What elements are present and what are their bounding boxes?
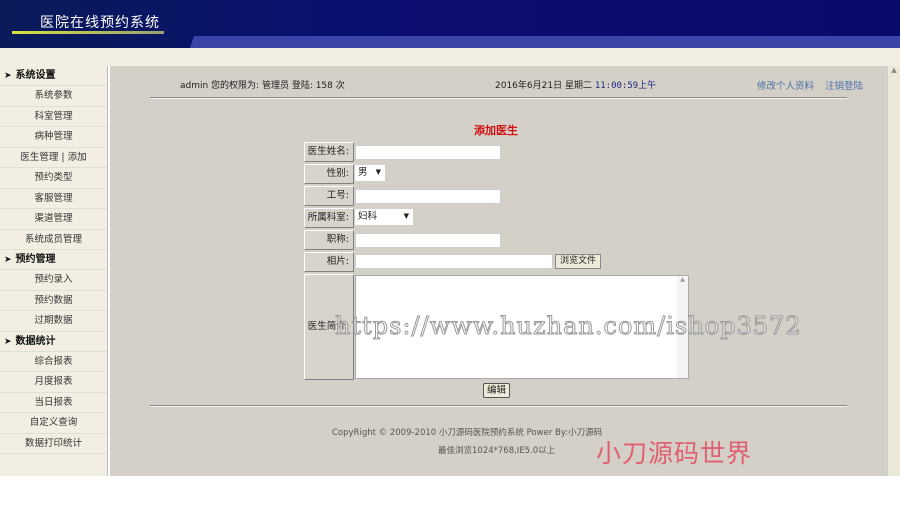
- intro-label: 医生简介:: [304, 274, 354, 380]
- title-underline: [12, 31, 164, 34]
- sidebar-item[interactable]: 预约录入: [0, 270, 107, 291]
- logout-link[interactable]: 注销登陆: [825, 81, 863, 92]
- sidebar-item[interactable]: 数据打印统计: [0, 434, 107, 454]
- name-label: 医生姓名:: [304, 142, 354, 162]
- section-label: 预约管理: [15, 254, 56, 265]
- app-title: 医院在线预约系统: [40, 15, 160, 31]
- sidebar-item[interactable]: 渠道管理: [0, 209, 107, 230]
- sidebar-item[interactable]: 客服管理: [0, 189, 107, 209]
- photo-file-input[interactable]: [355, 254, 553, 269]
- dept-label: 所属科室:: [304, 208, 354, 228]
- section-label: 系统设置: [15, 70, 56, 81]
- edit-profile-link[interactable]: 修改个人资料: [757, 81, 814, 92]
- sidebar-section[interactable]: ➤ 预约管理: [0, 250, 107, 270]
- sidebar-item[interactable]: 自定义查询: [0, 413, 107, 434]
- submit-button[interactable]: 编辑: [483, 383, 511, 398]
- browser-note: 最佳浏览1024*768,IE5.0以上: [438, 446, 556, 456]
- top-links: 修改个人资料 注销登陆: [757, 78, 871, 92]
- scroll-up-icon: ▲: [891, 66, 897, 74]
- title-label: 职称:: [304, 230, 354, 250]
- user-info: admin 您的权限为: 管理员 登陆: 158 次: [180, 81, 345, 91]
- sidebar-section[interactable]: ➤ 数据统计: [0, 332, 107, 352]
- arrow-icon: ➤: [4, 255, 12, 265]
- id-input[interactable]: [355, 189, 501, 204]
- gender-value: 男: [358, 167, 368, 178]
- section-label: 数据统计: [15, 335, 56, 347]
- arrow-icon: ➤: [4, 71, 12, 81]
- brand-watermark: 小刀源码世界: [596, 439, 753, 468]
- sidebar-item[interactable]: 过期数据: [0, 311, 107, 332]
- name-input[interactable]: [355, 145, 501, 160]
- sidebar-item[interactable]: 医生管理 | 添加: [0, 148, 107, 168]
- divider: [150, 97, 847, 99]
- time: 11:00:59上午: [594, 81, 657, 91]
- photo-label: 相片:: [304, 252, 354, 272]
- chevron-down-icon: ▼: [375, 168, 381, 176]
- sidebar-item[interactable]: 预约类型: [0, 168, 107, 189]
- sidebar-item[interactable]: 综合报表: [0, 352, 107, 372]
- header-band: [0, 48, 900, 66]
- dept-value: 妇科: [358, 211, 378, 222]
- sidebar-item[interactable]: 当日报表: [0, 393, 107, 413]
- copyright: CopyRight © 2009-2010 小刀源码医院预约系统 Power B…: [332, 428, 603, 438]
- dept-select[interactable]: 妇科 ▼: [355, 209, 413, 225]
- main-content: admin 您的权限为: 管理员 登陆: 158 次 2016年6月21日 星期…: [110, 66, 887, 476]
- form-title: 添加医生: [474, 124, 518, 137]
- page-scrollbar[interactable]: ▲: [887, 66, 900, 476]
- gender-select[interactable]: 男 ▼: [355, 165, 385, 181]
- date: 2016年6月21日 星期二: [495, 81, 592, 91]
- id-label: 工号:: [304, 186, 354, 206]
- gender-label: 性别:: [304, 164, 354, 184]
- datetime: 2016年6月21日 星期二 11:00:59上午: [495, 78, 656, 91]
- sidebar-item[interactable]: 病种管理: [0, 127, 107, 148]
- sidebar: ➤ 系统设置 系统参数 科室管理 病种管理 医生管理 | 添加 预约类型 客服管理 渠道管理 系统…: [0, 66, 108, 476]
- footer-divider: [150, 405, 847, 407]
- arrow-icon: ➤: [4, 336, 12, 347]
- sidebar-section[interactable]: ➤ 系统设置: [0, 66, 107, 86]
- browse-button[interactable]: 浏览文件: [555, 254, 602, 269]
- sidebar-item[interactable]: 月度报表: [0, 372, 107, 393]
- header: 医院在线预约系统: [0, 0, 900, 48]
- intro-textarea[interactable]: ▲: [355, 275, 689, 379]
- textarea-scrollbar[interactable]: ▲: [677, 276, 688, 378]
- sidebar-item[interactable]: 预约数据: [0, 291, 107, 311]
- sidebar-item[interactable]: 系统成员管理: [0, 230, 107, 250]
- header-stripe: [190, 36, 900, 48]
- sidebar-item[interactable]: 科室管理: [0, 107, 107, 127]
- chevron-down-icon: ▼: [403, 212, 409, 220]
- sidebar-item[interactable]: 系统参数: [0, 86, 107, 107]
- title-input[interactable]: [355, 233, 501, 248]
